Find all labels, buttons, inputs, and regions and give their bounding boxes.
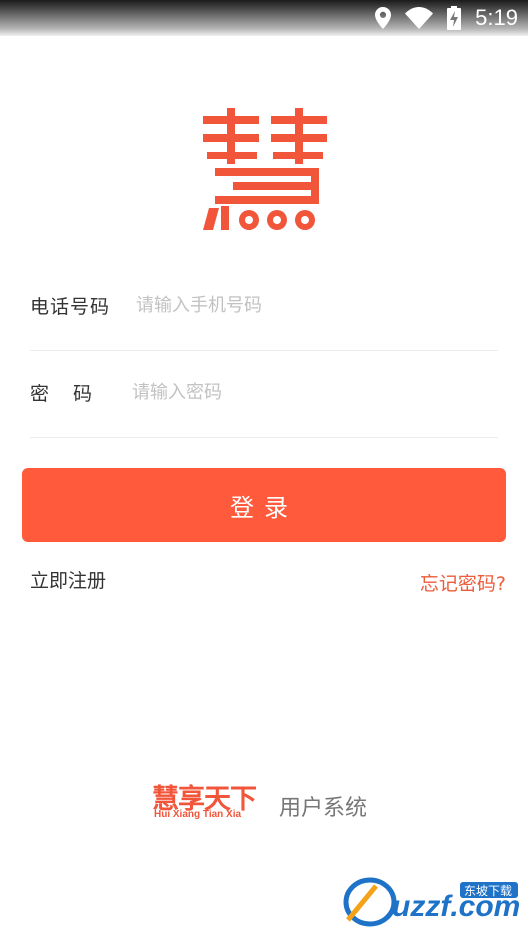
password-input[interactable] [132,373,482,411]
site-watermark: uzzf.com 东坡下载 [340,872,522,928]
status-time: 5:19 [475,5,518,30]
watermark-tag: 东坡下载 [464,884,512,898]
brand-footer: 慧享天下 Hui Xiang Tian Xia 用户系统 [152,777,382,827]
password-row: 密码 [30,349,498,438]
battery-charging-icon [447,6,462,30]
register-link[interactable]: 立即注册 [30,566,106,593]
password-label: 密码 [30,383,117,405]
app-logo [203,108,327,230]
phone-input[interactable] [136,286,486,324]
phone-label: 电话号码 [30,296,111,318]
location-icon [375,7,392,29]
wifi-icon [405,7,434,29]
forgot-password-link[interactable]: 忘记密码? [420,569,506,596]
login-button[interactable]: 登录 [22,468,506,542]
brand-subtitle: 用户系统 [279,796,368,821]
watermark-logo: uzzf.com 东坡下载 [343,877,520,927]
phone-row: 电话号码 [30,262,498,351]
status-icons: 5:19 [375,4,518,32]
brand-pinyin: Hui Xiang Tian Xia [154,809,242,820]
status-bar: 5:19 [0,0,528,36]
logo-mark [203,108,327,230]
